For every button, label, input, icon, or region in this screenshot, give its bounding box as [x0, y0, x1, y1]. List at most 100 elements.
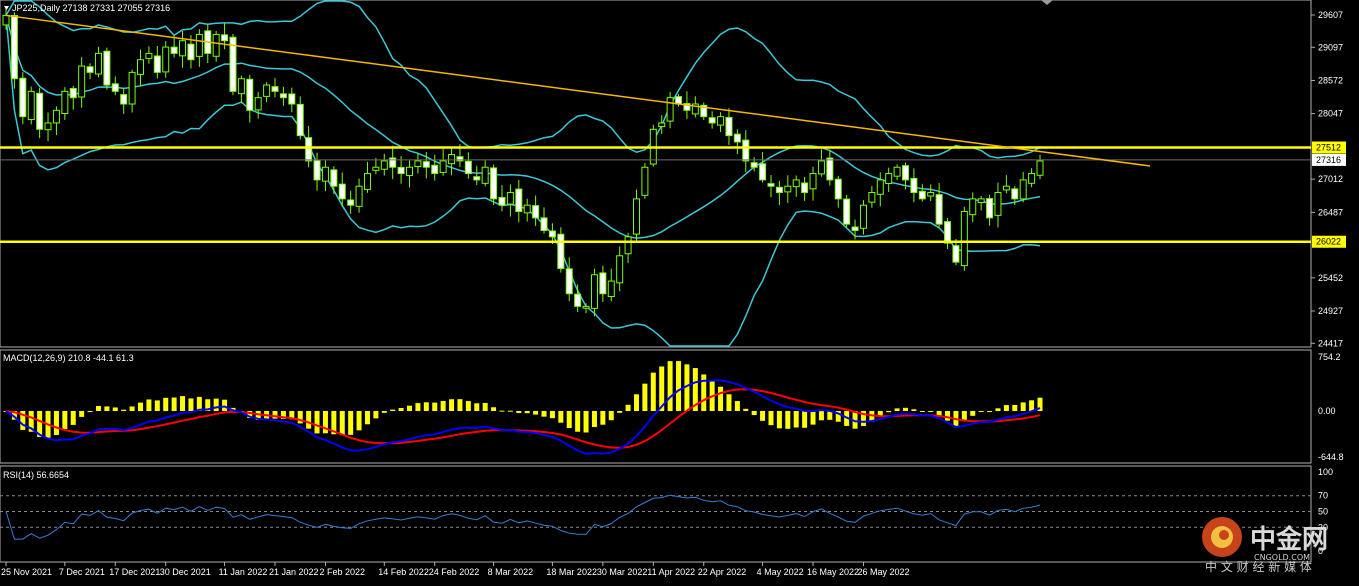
- price-tick-label: 24927: [1318, 306, 1343, 316]
- macd-histogram-bar: [154, 400, 160, 411]
- bear-candle: [246, 78, 254, 111]
- bull-candle: [44, 122, 52, 131]
- bull-candle: [363, 173, 371, 190]
- bear-candle: [111, 83, 119, 92]
- macd-histogram-bar: [482, 403, 488, 411]
- price-tick-label: 28572: [1318, 75, 1343, 85]
- date-label: 18 Mar 2022: [546, 567, 597, 577]
- macd-histogram-bar: [146, 399, 152, 411]
- bull-candle: [1036, 160, 1044, 176]
- bear-candle: [86, 66, 94, 73]
- bear-candle: [733, 133, 741, 143]
- macd-histogram-bar: [474, 403, 480, 411]
- bull-candle: [1019, 179, 1027, 200]
- macd-histogram-bar: [566, 411, 572, 429]
- bull-candle: [632, 198, 640, 235]
- macd-histogram-bar: [760, 411, 766, 421]
- bull-candle: [809, 173, 817, 190]
- bear-candle: [557, 233, 565, 269]
- macd-histogram-bar: [928, 411, 934, 412]
- bull-candle: [969, 198, 977, 216]
- macd-histogram-bar: [743, 408, 749, 411]
- bull-candle: [406, 166, 414, 177]
- bear-candle: [759, 163, 767, 181]
- price-tick-label: 28047: [1318, 109, 1343, 119]
- bull-candle: [254, 97, 262, 111]
- bear-candle: [910, 177, 918, 194]
- bull-candle: [658, 122, 666, 128]
- bull-candle: [868, 192, 876, 203]
- macd-histogram-bar: [507, 410, 513, 412]
- bear-candle: [565, 268, 573, 295]
- macd-histogram-bar: [112, 407, 118, 411]
- macd-histogram-bar: [381, 411, 387, 413]
- bear-candle: [826, 157, 834, 181]
- macd-histogram-bar: [970, 411, 976, 416]
- trading-chart[interactable]: 29607 29097 28572 28047 27012 26487 25452 24927…: [0, 0, 1359, 586]
- macd-histogram-bar: [171, 397, 177, 411]
- macd-histogram-bar: [625, 404, 631, 411]
- macd-histogram-bar: [373, 411, 379, 419]
- bull-candle: [607, 280, 615, 298]
- macd-label: MACD(12,26,9) 210.8 -44.1 61.3: [3, 353, 134, 363]
- macd-histogram-bar: [541, 411, 547, 417]
- bull-candle: [162, 46, 170, 73]
- bear-candle: [851, 226, 859, 231]
- macd-histogram-bar: [919, 411, 925, 412]
- bull-candle: [784, 185, 792, 193]
- bear-candle: [599, 272, 607, 295]
- macd-histogram-bar: [138, 402, 144, 411]
- macd-histogram-bar: [87, 411, 93, 413]
- macd-histogram-bar: [793, 411, 799, 428]
- macd-histogram-bar: [79, 411, 85, 417]
- macd-histogram-bar: [734, 401, 740, 411]
- bear-candle: [10, 15, 18, 80]
- bull-candle: [380, 160, 388, 170]
- bear-candle: [675, 96, 683, 105]
- macd-histogram-bar: [600, 411, 606, 425]
- date-label: 11 Jan 2022: [219, 567, 268, 577]
- bull-candle: [137, 59, 145, 75]
- date-label: 30 Dec 2021: [160, 567, 211, 577]
- bear-candle: [170, 46, 178, 54]
- macd-histogram-bar: [297, 411, 303, 424]
- macd-histogram-bar: [818, 411, 824, 421]
- macd-histogram-bar: [62, 411, 68, 430]
- bull-candle: [414, 160, 422, 167]
- macd-histogram-bar: [633, 394, 639, 411]
- macd-histogram-bar: [516, 411, 522, 414]
- bull-candle: [52, 109, 60, 124]
- macd-histogram-bar: [911, 409, 917, 411]
- macd-histogram-bar: [583, 411, 589, 433]
- date-label: 7 Dec 2021: [59, 567, 105, 577]
- bull-candle: [624, 236, 632, 255]
- macd-histogram-bar: [390, 409, 396, 411]
- bull-candle: [27, 90, 35, 121]
- date-label: 24 Feb 2022: [429, 567, 480, 577]
- bull-candle: [2, 14, 10, 26]
- bull-candle: [212, 33, 220, 57]
- bull-candle: [960, 211, 968, 267]
- bull-candle: [641, 166, 649, 196]
- macd-histogram-bar: [95, 405, 101, 411]
- macd-histogram-bar: [978, 411, 984, 413]
- bear-candle: [490, 167, 498, 200]
- bull-candle: [439, 160, 447, 173]
- macd-histogram-bar: [776, 411, 782, 429]
- macd-histogram-bar: [1020, 402, 1026, 411]
- date-label: 30 Mar 2022: [597, 567, 648, 577]
- macd-histogram-bar: [423, 402, 429, 411]
- macd-histogram-bar: [902, 407, 908, 411]
- bull-candle: [717, 116, 725, 126]
- macd-histogram-bar: [608, 411, 614, 421]
- bull-candle: [78, 65, 86, 98]
- macd-histogram-bar: [465, 401, 471, 411]
- date-label: 4 May 2022: [757, 567, 804, 577]
- bear-candle: [540, 217, 548, 231]
- macd-histogram-bar: [1012, 404, 1018, 411]
- current-price-tag-label: 27316: [1316, 155, 1341, 165]
- macd-histogram-bar: [886, 411, 892, 413]
- macd-histogram-bar: [575, 411, 581, 432]
- date-label: 11 Apr 2022: [647, 567, 695, 577]
- bull-candle: [927, 192, 935, 197]
